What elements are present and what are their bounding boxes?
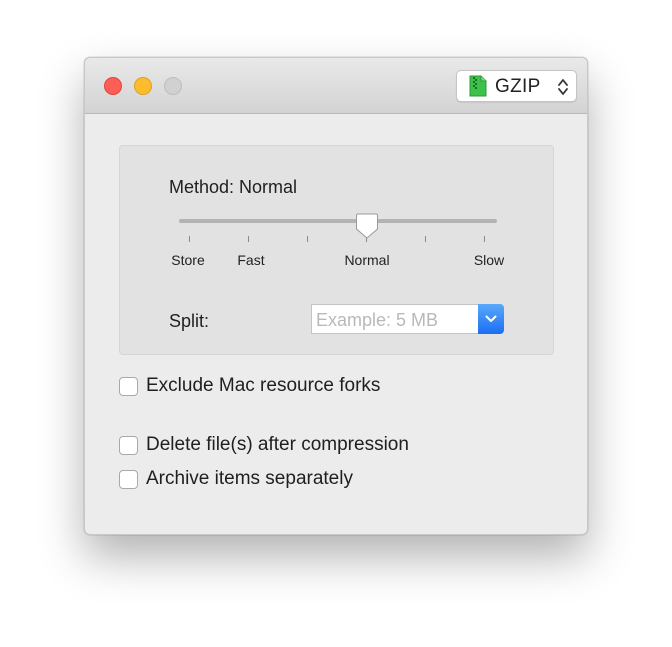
slider-tick-label-slow: Slow <box>473 252 505 268</box>
method-slider-knob[interactable] <box>355 212 379 240</box>
format-popup-label: GZIP <box>495 76 541 97</box>
exclude-resource-forks-option[interactable]: Exclude Mac resource forks <box>119 374 380 398</box>
zip-file-icon <box>469 75 487 97</box>
split-dropdown-button[interactable] <box>478 304 504 334</box>
exclude-resource-forks-checkbox[interactable] <box>119 376 138 396</box>
delete-after-compression-checkbox[interactable] <box>119 435 138 455</box>
slider-tick-label-fast: Fast <box>237 252 265 268</box>
split-combo-box <box>311 304 504 334</box>
slider-tick <box>248 236 249 242</box>
slider-tick-label-normal: Normal <box>344 252 390 268</box>
exclude-resource-forks-label: Exclude Mac resource forks <box>146 375 381 396</box>
slider-tick-label-store: Store <box>171 252 205 268</box>
close-button[interactable] <box>104 77 122 95</box>
split-label: Split: <box>169 311 210 331</box>
zoom-button[interactable] <box>164 77 182 95</box>
slider-tick <box>425 236 426 242</box>
up-down-chevron-icon <box>558 79 568 95</box>
compression-window: GZIP Method: Normal Store Fast Normal Sl… <box>84 57 588 535</box>
format-popup-button[interactable]: GZIP <box>456 70 577 102</box>
stage: GZIP Method: Normal Store Fast Normal Sl… <box>0 0 672 647</box>
titlebar: GZIP <box>85 58 587 114</box>
split-size-input[interactable] <box>311 304 479 334</box>
slider-tick <box>307 236 308 242</box>
chevron-down-icon <box>485 315 497 322</box>
delete-after-compression-label: Delete file(s) after compression <box>146 434 409 455</box>
archive-separately-label: Archive items separately <box>146 468 353 489</box>
delete-after-compression-option[interactable]: Delete file(s) after compression <box>119 433 409 457</box>
compression-settings-group: Method: Normal Store Fast Normal Slow Sp… <box>119 145 554 355</box>
slider-tick <box>484 236 485 242</box>
method-slider-track[interactable] <box>179 219 497 223</box>
slider-tick <box>189 236 190 242</box>
archive-separately-checkbox[interactable] <box>119 469 138 489</box>
minimize-button[interactable] <box>134 77 152 95</box>
method-label: Method: Normal <box>169 177 298 197</box>
archive-separately-option[interactable]: Archive items separately <box>119 467 353 491</box>
